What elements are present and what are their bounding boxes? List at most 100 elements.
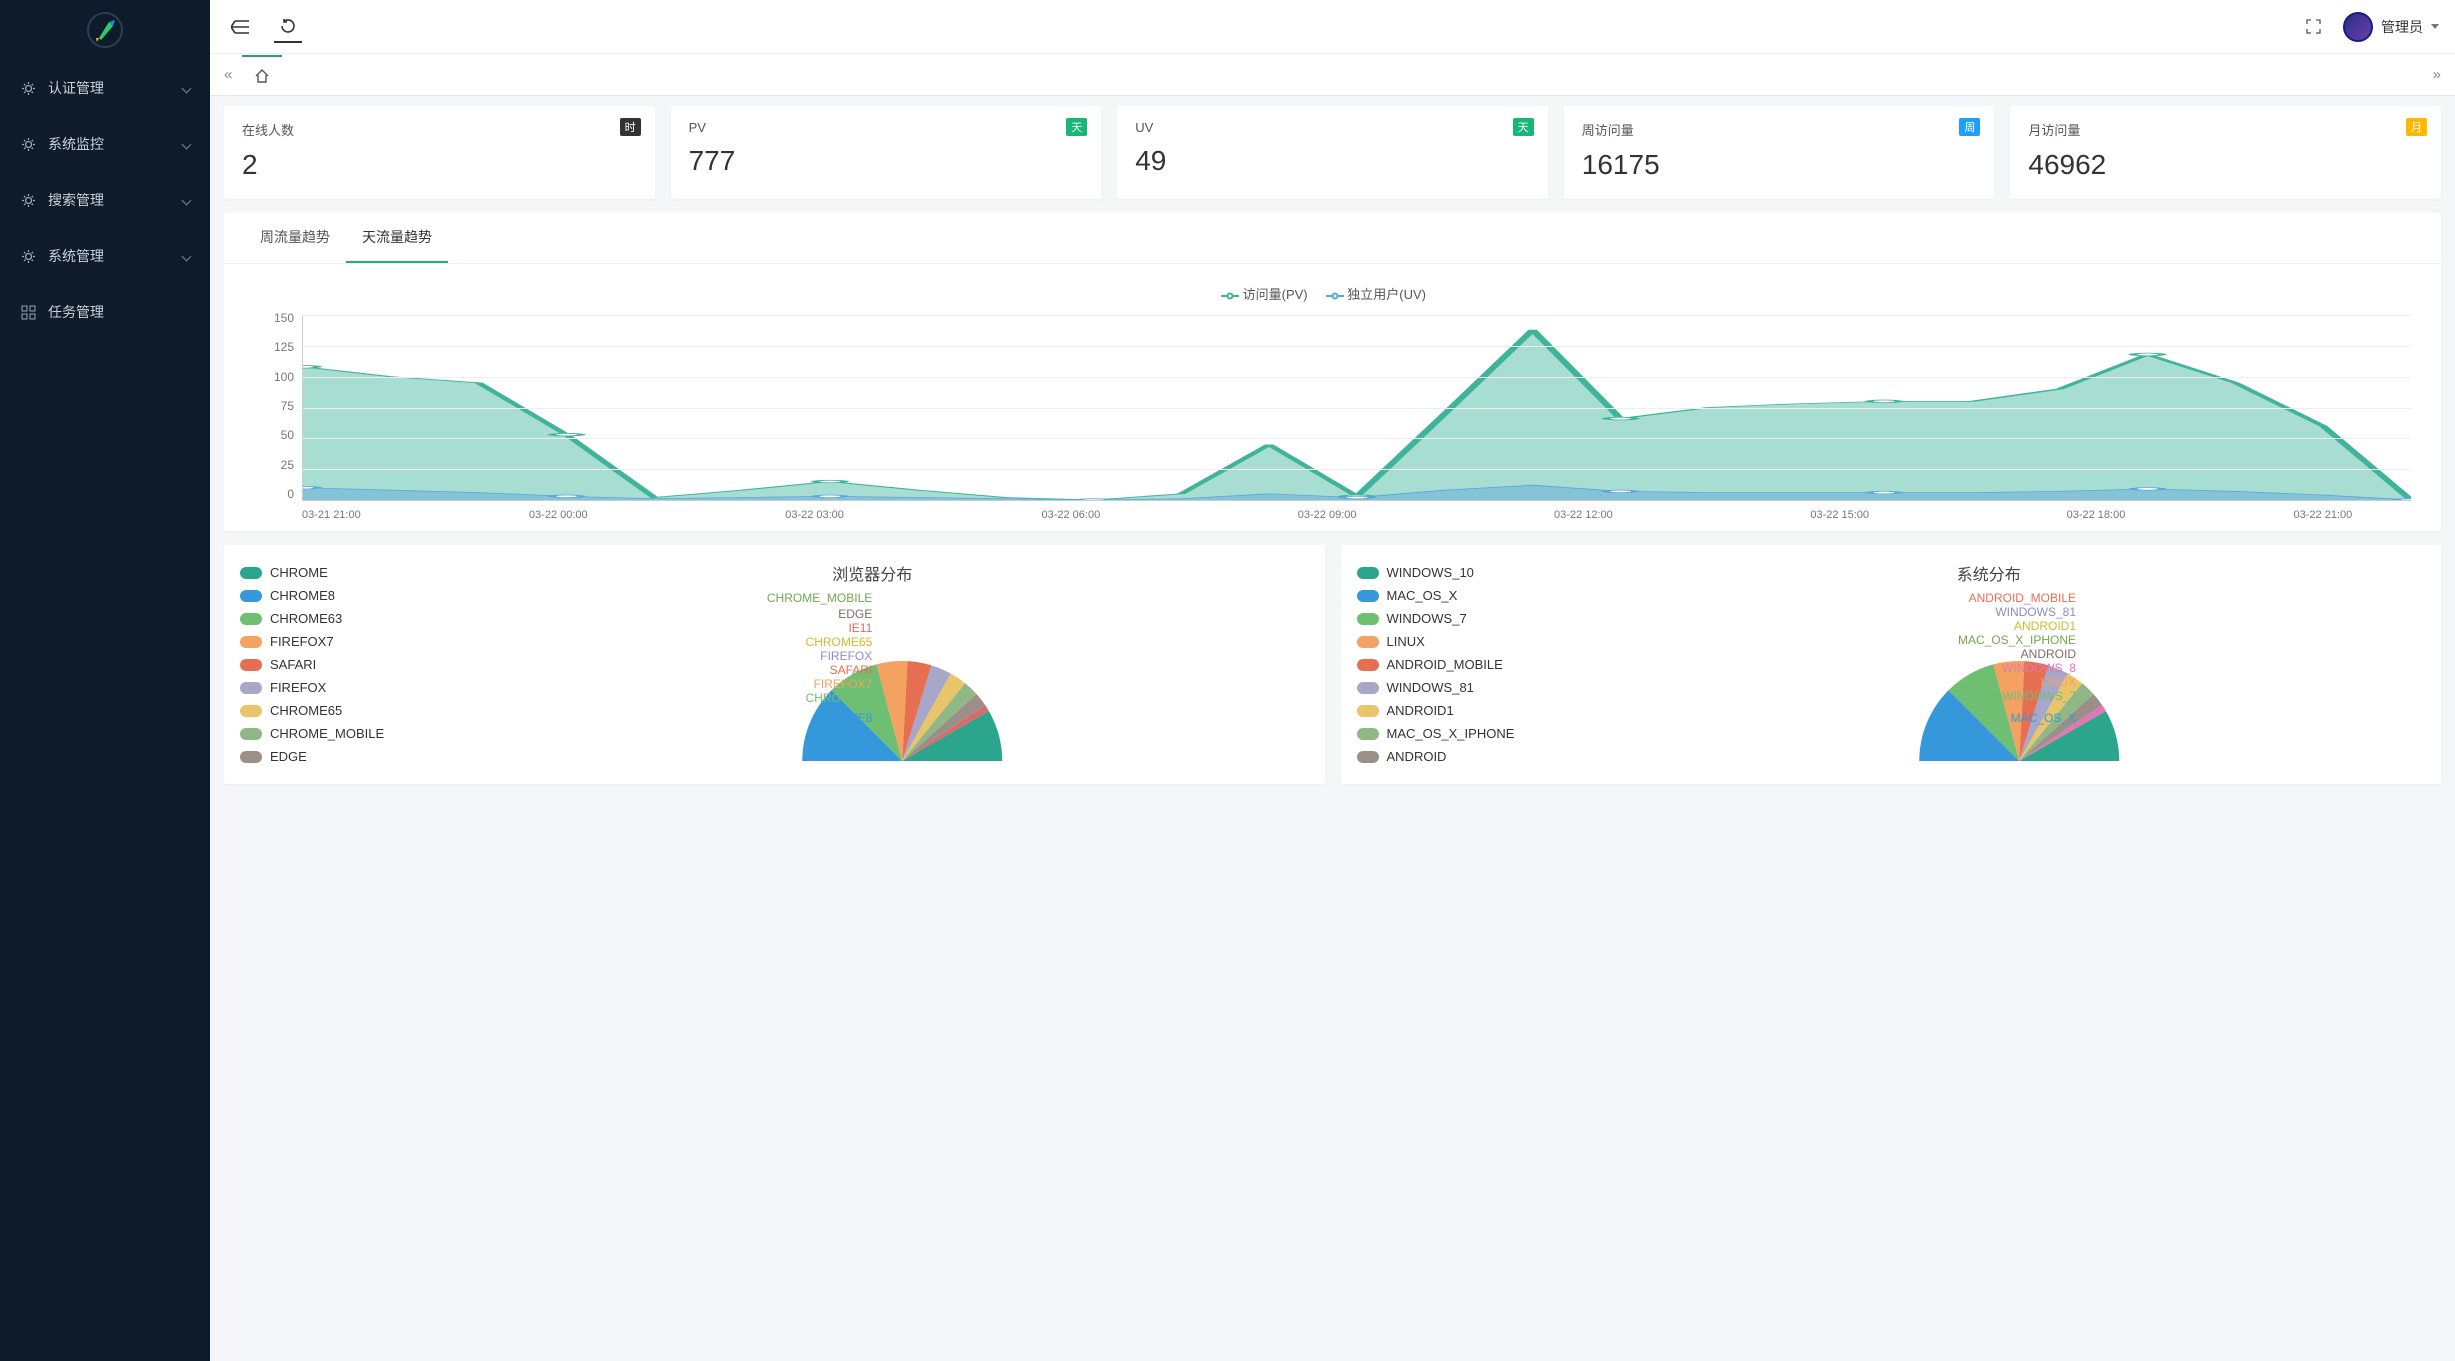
sidebar-item-label: 认证管理	[48, 78, 104, 98]
stat-card: UV 49 天	[1117, 106, 1548, 199]
pie-legend-item[interactable]: CHROME_MOBILE	[240, 722, 420, 745]
legend-swatch	[1357, 705, 1379, 717]
pie-callout: WINDOWS_7	[2002, 689, 2076, 703]
stat-label: UV	[1135, 120, 1530, 135]
pie-legend-item[interactable]: LINUX	[1357, 630, 1537, 653]
pie-legend-item[interactable]: ANDROID_MOBILE	[1357, 653, 1537, 676]
stat-card: 月访问量46962月	[2010, 106, 2441, 199]
legend-swatch	[240, 751, 262, 763]
avatar	[2343, 12, 2373, 42]
chevron-down-icon	[2431, 24, 2439, 29]
stat-value: 46962	[2028, 149, 2423, 181]
browser-pie-panel: CHROMECHROME8CHROME63FIREFOX7SAFARIFIREF…	[224, 545, 1325, 784]
traffic-tab[interactable]: 周流量趋势	[244, 213, 346, 263]
pie-callout: CHROME65	[806, 635, 873, 649]
x-tick: 03-21 21:00	[302, 509, 361, 521]
sidebar-item[interactable]: 系统管理	[0, 228, 210, 284]
stat-badge: 天	[1513, 118, 1534, 136]
pie-legend-item[interactable]: WINDOWS_10	[1357, 561, 1537, 584]
tabs-bar: « »	[210, 54, 2455, 96]
gear-icon	[20, 80, 36, 96]
pie-legend-item[interactable]: EDGE	[240, 745, 420, 768]
stat-card: 在线人数2时	[224, 106, 655, 199]
tabs-scroll-right[interactable]: »	[2427, 66, 2447, 83]
menu-toggle-icon[interactable]	[226, 13, 254, 41]
chevron-down-icon	[182, 195, 192, 205]
stat-badge: 时	[620, 118, 641, 136]
fullscreen-icon[interactable]	[2299, 13, 2327, 41]
y-tick: 125	[254, 340, 294, 354]
stat-label: 月访问量	[2028, 120, 2423, 139]
y-tick: 150	[254, 311, 294, 325]
logo	[0, 0, 210, 60]
traffic-chart: 1501251007550250 03-21 21:0003-22 00:000…	[254, 311, 2411, 521]
pie-legend-item[interactable]: MAC_OS_X_IPHONE	[1357, 722, 1537, 745]
pie-legend-item[interactable]: CHROME	[240, 561, 420, 584]
chart-legend-item[interactable]: 独立用户(UV)	[1326, 287, 1426, 302]
tabs-scroll-left[interactable]: «	[218, 66, 238, 83]
pie-callout: ANDROID_MOBILE	[1969, 591, 2076, 605]
pie-callout: WINDOWS_8	[2002, 661, 2076, 675]
pie-legend-item[interactable]: CHROME8	[240, 584, 420, 607]
legend-swatch	[240, 659, 262, 671]
legend-swatch	[1357, 636, 1379, 648]
legend-swatch	[240, 613, 262, 625]
user-menu[interactable]: 管理员	[2343, 12, 2439, 42]
pie-legend-item[interactable]: MAC_OS_X	[1357, 584, 1537, 607]
tab-home[interactable]	[242, 55, 282, 95]
pie-legend-item[interactable]: WINDOWS_7	[1357, 607, 1537, 630]
refresh-icon[interactable]	[274, 11, 302, 43]
legend-swatch	[1357, 590, 1379, 602]
pie-legend-item[interactable]: CHROME65	[240, 699, 420, 722]
x-tick: 03-22 12:00	[1554, 509, 1613, 521]
stat-card: 周访问量16175周	[1564, 106, 1995, 199]
pie-legend-item[interactable]: WINDOWS_81	[1357, 676, 1537, 699]
pie-callout: MAC_OS_X_IPHONE	[1958, 633, 2076, 647]
legend-swatch	[1357, 728, 1379, 740]
pie-legend-item[interactable]: FIREFOX7	[240, 630, 420, 653]
legend-swatch	[1357, 682, 1379, 694]
stat-label: 在线人数	[242, 120, 637, 139]
sidebar-item-label: 系统监控	[48, 134, 104, 154]
sidebar-item-label: 系统管理	[48, 246, 104, 266]
sidebar: 认证管理系统监控搜索管理系统管理任务管理	[0, 0, 210, 1361]
pie-legend-item[interactable]: SAFARI	[240, 653, 420, 676]
pie-callout: CHROME8	[812, 711, 872, 725]
sidebar-item[interactable]: 任务管理	[0, 284, 210, 340]
sidebar-item[interactable]: 系统监控	[0, 116, 210, 172]
sidebar-item[interactable]: 认证管理	[0, 60, 210, 116]
grid-icon	[20, 304, 36, 320]
chevron-down-icon	[182, 251, 192, 261]
home-icon	[254, 68, 270, 84]
pie-legend-item[interactable]: FIREFOX	[240, 676, 420, 699]
pie-callout: MAC_OS_X	[2011, 711, 2076, 725]
x-tick: 03-22 15:00	[1810, 509, 1869, 521]
sidebar-item[interactable]: 搜索管理	[0, 172, 210, 228]
legend-swatch	[1357, 613, 1379, 625]
stat-label: PV	[689, 120, 1084, 135]
stat-badge: 周	[1959, 118, 1980, 136]
pie-callout: LINUX	[2041, 675, 2076, 689]
traffic-tab[interactable]: 天流量趋势	[346, 213, 448, 263]
stat-value: 49	[1135, 145, 1530, 177]
stat-card: PV777天	[671, 106, 1102, 199]
x-tick: 03-22 00:00	[529, 509, 588, 521]
stat-label: 周访问量	[1582, 120, 1977, 139]
gear-icon	[20, 192, 36, 208]
chevron-down-icon	[182, 139, 192, 149]
pie-legend-item[interactable]: ANDROID	[1357, 745, 1537, 768]
os-pie-title: 系统分布	[1553, 561, 2426, 585]
pie-callout: FIREFOX7	[814, 677, 873, 691]
pie-callout: SAFARI	[830, 663, 873, 677]
pie-legend-item[interactable]: ANDROID1	[1357, 699, 1537, 722]
y-tick: 75	[254, 399, 294, 413]
stat-badge: 天	[1066, 118, 1087, 136]
x-tick: 03-22 03:00	[785, 509, 844, 521]
chart-legend-item[interactable]: 访问量(PV)	[1221, 287, 1308, 302]
legend-swatch	[1357, 751, 1379, 763]
sidebar-item-label: 搜索管理	[48, 190, 104, 210]
pie-callout: FIREFOX	[820, 649, 872, 663]
pie-callout: IE11	[848, 621, 872, 635]
x-tick: 03-22 21:00	[2294, 509, 2353, 521]
pie-legend-item[interactable]: CHROME63	[240, 607, 420, 630]
